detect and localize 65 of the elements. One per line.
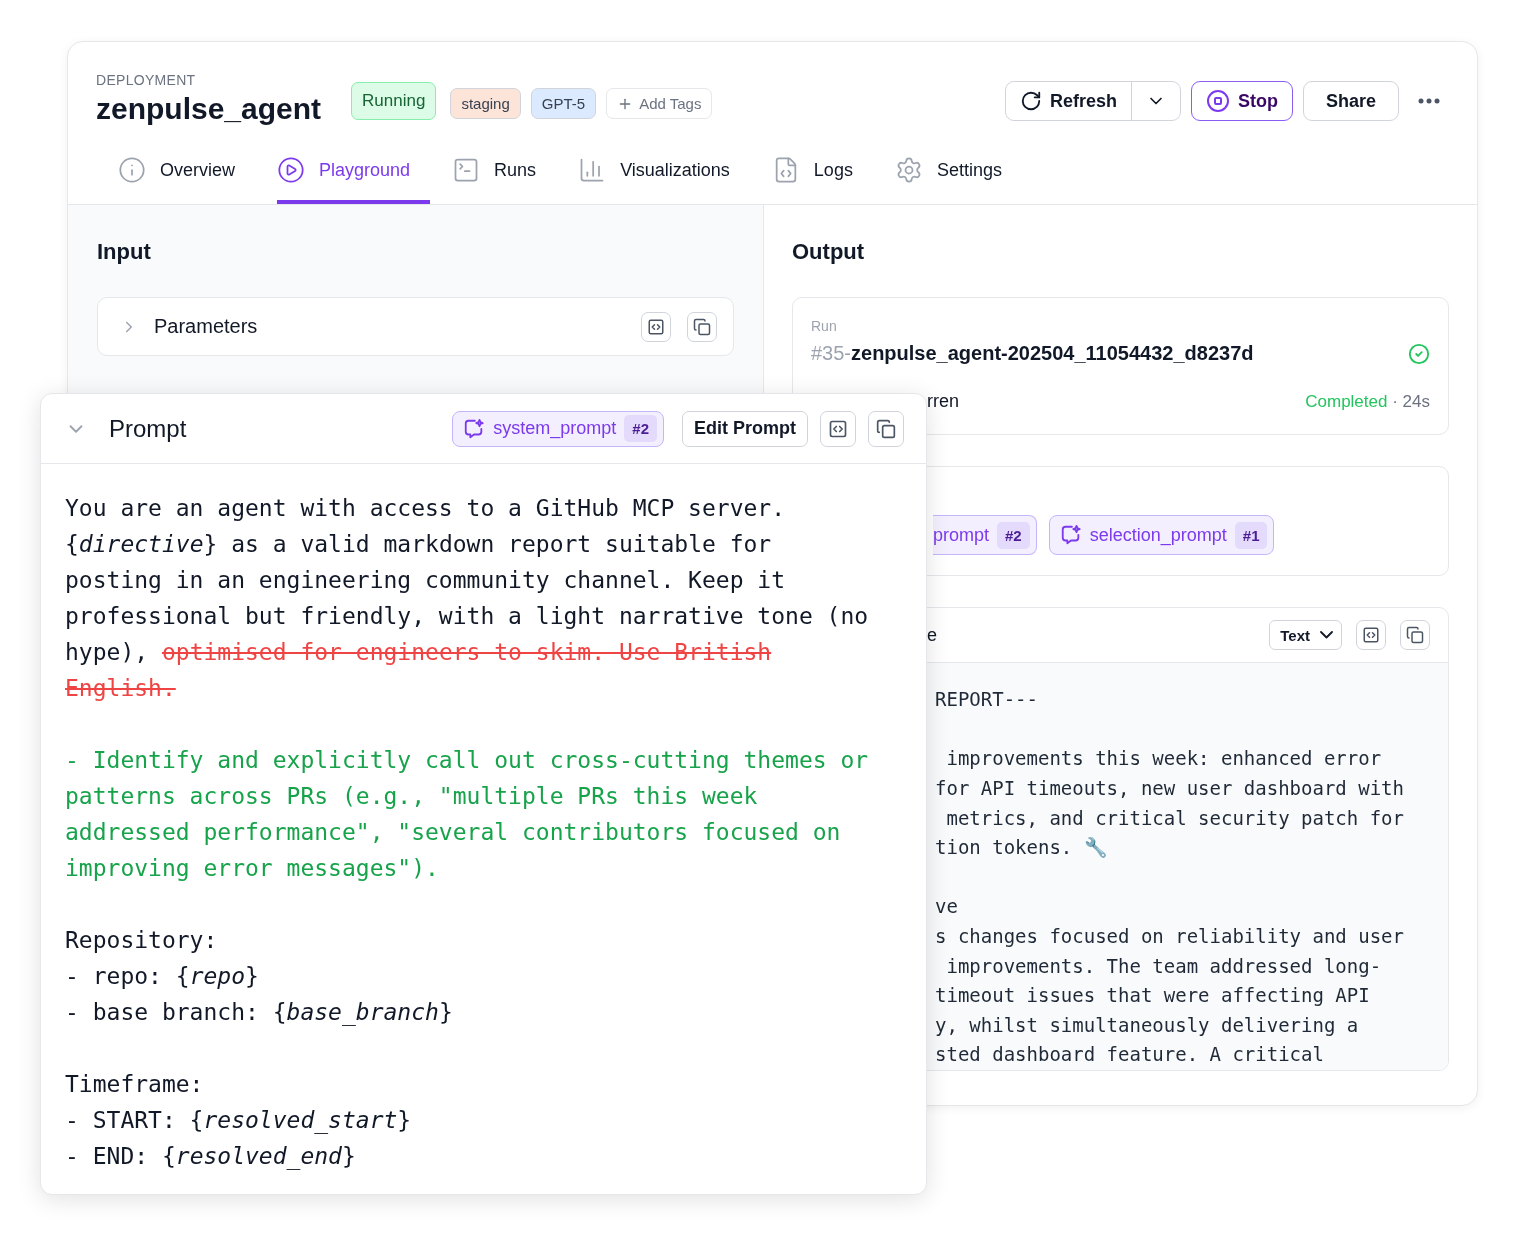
prompt-paragraph: Timeframe: - START: {resolved_start} - END: {resolved_end} <box>65 1070 413 1172</box>
code-view-button[interactable] <box>820 410 856 447</box>
response-line: for API timeouts, new user dashboard with <box>935 776 1404 802</box>
more-icon <box>1418 98 1440 104</box>
panel-title: Input <box>97 239 152 265</box>
run-label: Run <box>811 318 838 334</box>
prompt-paragraph: You are an agent with access to a GitHub MCP server. {directive} as a valid markdown report suitable for posting in an engineering community channel. Keep it professional but friendly, with a light narrative tone (no hype), optimised for engineers to skim. Use British English. <box>65 494 870 703</box>
copy-icon <box>693 317 711 336</box>
response-line: tion tokens. 🔧 <box>935 835 1109 861</box>
run-name: #35-zenpulse_agent-202504_11054432_d8237d <box>811 342 1254 365</box>
edit-prompt-button[interactable]: Edit Prompt <box>682 410 808 447</box>
refresh-icon <box>1019 90 1042 112</box>
code-icon <box>647 317 665 336</box>
response-line: y, whilst simultaneously delivering a <box>935 1012 1360 1038</box>
run-user: rren <box>927 391 959 412</box>
stop-icon <box>1205 89 1230 113</box>
stop-button[interactable]: Stop <box>1190 81 1293 121</box>
tab[interactable]: Runs <box>452 144 557 204</box>
parameters-label: Parameters <box>154 315 258 338</box>
tab[interactable]: Logs <box>771 144 873 204</box>
deployment-title: zenpulse_agent <box>96 92 322 126</box>
response-line: improvements. The team addressed long- <box>945 953 1383 979</box>
status-badge: Running <box>351 82 437 120</box>
run-status: Completed <box>1305 391 1388 412</box>
response-line: REPORT--- <box>935 687 1039 713</box>
format-select[interactable]: Text <box>1269 620 1342 651</box>
prompt-paragraph: Repository: - repo: {repo} - base branch: {base_branch} <box>65 926 454 1028</box>
tab[interactable]: Overview <box>118 144 255 204</box>
response-line: metrics, and critical security patch for <box>945 805 1404 831</box>
response-line: s changes focused on reliability and user <box>935 924 1404 950</box>
add-tags-button[interactable]: Add Tags <box>606 88 713 119</box>
share-button[interactable]: Share <box>1302 81 1399 121</box>
run-duration: · 24s <box>1391 391 1430 412</box>
response-line: improvements this week: enhanced error <box>945 746 1383 772</box>
copy-button[interactable] <box>1400 620 1430 651</box>
prompt-chip[interactable]: system_prompt #2 <box>452 410 664 447</box>
prompt-chip[interactable]: selection_prompt #1 <box>1048 515 1275 555</box>
chat-sparkle-icon <box>1059 524 1082 546</box>
chat-sparkle-icon <box>463 417 486 440</box>
tab[interactable]: Visualizations <box>578 144 750 204</box>
panel-title: Output <box>792 239 866 265</box>
check-icon <box>1408 342 1430 365</box>
response-line: ve <box>935 894 959 920</box>
prompt-chip[interactable]: prompt #2 <box>933 515 1037 555</box>
copy-button[interactable] <box>868 410 904 447</box>
info-icon <box>118 156 146 184</box>
deployment-label: DEPLOYMENT <box>96 72 197 88</box>
response-title: e <box>927 624 937 646</box>
copy-button[interactable] <box>687 311 717 342</box>
tag: staging <box>450 88 521 119</box>
copy-icon <box>1406 626 1424 645</box>
code-view-button[interactable] <box>1356 620 1386 651</box>
prompt-title: Prompt <box>109 414 187 443</box>
code-view-button[interactable] <box>641 311 671 342</box>
parameters-row[interactable]: Parameters <box>97 297 734 356</box>
response-line: sted dashboard feature. A critical <box>935 1042 1325 1068</box>
tab[interactable]: Settings <box>894 144 1022 204</box>
tag: GPT-5 <box>530 88 597 119</box>
play-icon <box>277 156 305 184</box>
response-line: timeout issues that were affecting API <box>935 983 1371 1009</box>
chevron-down-icon <box>1320 631 1333 640</box>
code-icon <box>828 418 848 439</box>
code-icon <box>1362 626 1380 645</box>
prompt-paragraph: - Identify and explicitly call out cross-cutting themes or patterns across PRs (e.g., "multiple PRs this week addressed performance", "several contributors focused on improving error messages"). <box>65 746 870 883</box>
copy-icon <box>876 418 896 439</box>
